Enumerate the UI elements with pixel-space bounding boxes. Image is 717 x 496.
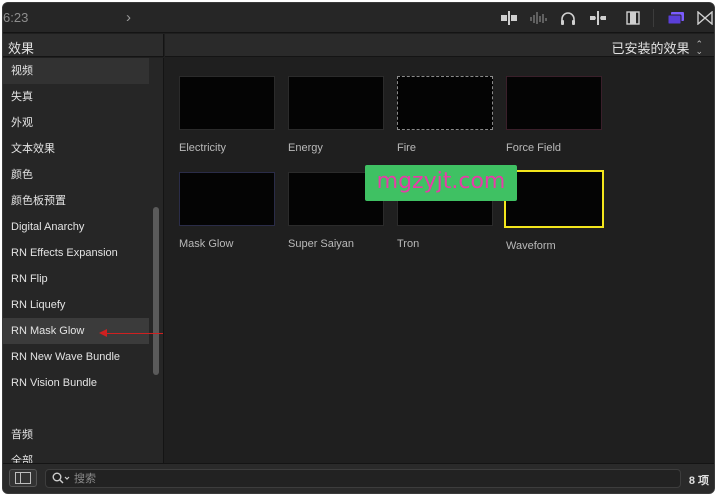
- sidebar-item-label: 外观: [11, 117, 33, 129]
- sidebar-toggle-button[interactable]: [9, 469, 37, 487]
- sidebar-item-distortion[interactable]: 失真: [3, 84, 149, 110]
- sidebar-item-label: 音频: [11, 429, 33, 441]
- search-input[interactable]: [74, 471, 654, 486]
- effect-thumbnail[interactable]: [506, 76, 602, 130]
- sidebar-title: 效果: [8, 41, 35, 56]
- effect-label: Energy: [288, 142, 323, 154]
- sidebar-item-digital-anarchy[interactable]: Digital Anarchy: [3, 214, 149, 240]
- effect-tile-fire[interactable]: Fire: [397, 76, 495, 154]
- sidebar-item-label: 文本效果: [11, 143, 55, 155]
- timecode: 6:23: [3, 10, 29, 25]
- audio-waveform-icon[interactable]: [529, 10, 547, 26]
- item-count: 8 项: [688, 475, 709, 487]
- effect-tile-mask-glow[interactable]: Mask Glow: [179, 172, 277, 250]
- effect-thumbnail[interactable]: [288, 76, 384, 130]
- search-icon: [52, 472, 70, 484]
- sidebar-header: 效果: [3, 34, 164, 57]
- sidebar-item-label: RN Liquefy: [11, 299, 66, 311]
- effect-thumbnail[interactable]: [179, 76, 275, 130]
- effects-grid: Electricity Energy Fire Force Field Mask…: [165, 58, 714, 465]
- video-clip-icon[interactable]: [624, 10, 642, 26]
- search-field[interactable]: [45, 469, 681, 488]
- sidebar-item-label: 颜色板预置: [11, 195, 66, 207]
- effect-tile-energy[interactable]: Energy: [288, 76, 386, 154]
- annotation-arrow-head: [99, 329, 107, 337]
- effect-label: Electricity: [179, 142, 227, 154]
- effect-label: Force Field: [506, 142, 562, 154]
- effect-thumbnail[interactable]: [397, 76, 493, 130]
- sidebar-item-label: 颜色: [11, 169, 33, 181]
- sidebar-toggle-icon: [15, 472, 31, 484]
- effect-tile-waveform[interactable]: Waveform: [504, 170, 604, 252]
- effect-label: Fire: [397, 142, 416, 154]
- toolbar: 6:23 ›: [3, 3, 714, 33]
- sidebar-item-label: RN Mask Glow: [11, 325, 85, 337]
- sidebar-item-label: RN Effects Expansion: [11, 247, 118, 259]
- annotation-arrow-line: [106, 333, 163, 334]
- sidebar-scrollbar[interactable]: [153, 207, 159, 375]
- filter-label: 已安装的效果: [611, 41, 690, 56]
- sidebar-item-color-board-presets[interactable]: 颜色板预置: [3, 188, 149, 214]
- sidebar-item-text-effects[interactable]: 文本效果: [3, 136, 149, 162]
- browser-footer: 8 项: [3, 463, 714, 493]
- headphones-icon[interactable]: [559, 10, 577, 26]
- sidebar-item-label: RN New Wave Bundle: [11, 351, 121, 363]
- sidebar-item-looks[interactable]: 外观: [3, 110, 149, 136]
- sidebar-item-label: RN Vision Bundle: [11, 377, 98, 389]
- sidebar-item-label: 失真: [11, 91, 33, 103]
- sidebar-item-label: RN Flip: [11, 273, 48, 285]
- effects-category-list: 视频 失真 外观 文本效果 颜色 颜色板预置 Digital Anarchy R…: [3, 58, 164, 465]
- sidebar-item-rn-liquefy[interactable]: RN Liquefy: [3, 292, 149, 318]
- effects-browser-window: 6:23 › 效果 已安装的效果 ⌃ ⌄ 视频 失真 外观 文本效果 颜色 颜色…: [2, 2, 715, 494]
- effect-label: Mask Glow: [179, 238, 234, 250]
- effect-label: Waveform: [506, 240, 556, 252]
- sidebar-item-audio[interactable]: 音频: [3, 422, 149, 448]
- transitions-icon[interactable]: [696, 10, 714, 26]
- effect-label: Super Saiyan: [288, 238, 355, 250]
- chevron-up-down-icon: ⌃ ⌄: [695, 38, 703, 56]
- snapping-icon[interactable]: [589, 10, 607, 26]
- sidebar-item-rn-new-wave-bundle[interactable]: RN New Wave Bundle: [3, 344, 149, 370]
- audio-skimming-icon[interactable]: [500, 10, 518, 26]
- toolbar-divider: [653, 9, 654, 27]
- effect-thumbnail[interactable]: [179, 172, 275, 226]
- sidebar-item-rn-effects-expansion[interactable]: RN Effects Expansion: [3, 240, 149, 266]
- sidebar-item-video[interactable]: 视频: [3, 58, 149, 84]
- sidebar-item-color[interactable]: 颜色: [3, 162, 149, 188]
- watermark: mgzyjt.com: [365, 165, 517, 201]
- sidebar-item-rn-flip[interactable]: RN Flip: [3, 266, 149, 292]
- effect-label: Tron: [397, 238, 420, 250]
- browser-header: 已安装的效果 ⌃ ⌄: [165, 34, 714, 57]
- effect-thumbnail[interactable]: [504, 170, 604, 228]
- effect-tile-force-field[interactable]: Force Field: [506, 76, 604, 154]
- sidebar-item-label: 视频: [11, 65, 33, 77]
- effect-tile-electricity[interactable]: Electricity: [179, 76, 277, 154]
- installed-effects-dropdown[interactable]: 已安装的效果 ⌃ ⌄: [611, 38, 703, 57]
- effects-browser-icon[interactable]: [667, 10, 685, 26]
- chevron-right-icon[interactable]: ›: [126, 9, 131, 26]
- sidebar-item-rn-mask-glow[interactable]: RN Mask Glow: [3, 318, 149, 344]
- sidebar-item-rn-vision-bundle[interactable]: RN Vision Bundle: [3, 370, 149, 396]
- sidebar-item-label: Digital Anarchy: [11, 221, 85, 233]
